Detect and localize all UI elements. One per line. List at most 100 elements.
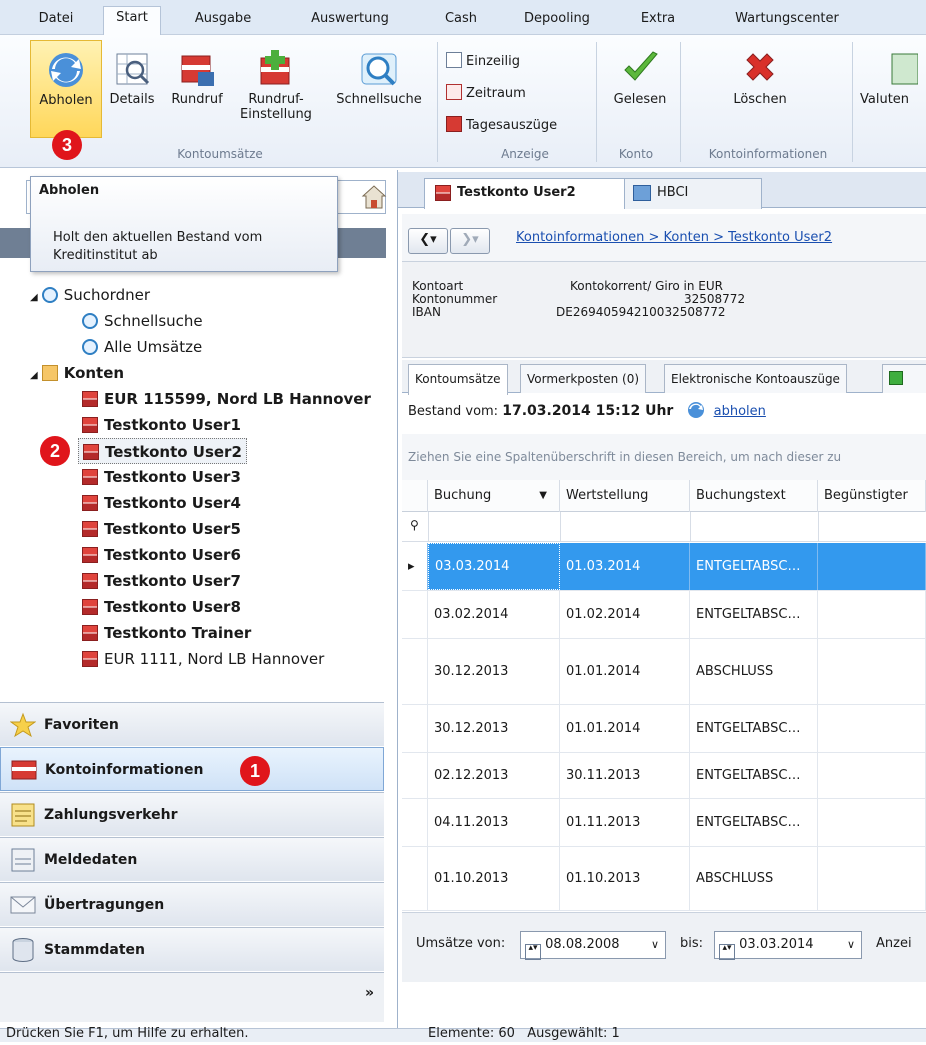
rundruf-einstellung-button[interactable]: Rundruf- Einstellung [230, 48, 322, 146]
bis-date-picker[interactable]: ▴▾ 03.03.2014 ∨ [714, 931, 862, 960]
table-row[interactable]: 30.12.2013 01.01.2014 ENTGELTABSC… [402, 705, 926, 753]
nav-stammdaten[interactable]: Stammdaten [0, 927, 384, 971]
tree-item-account-selected[interactable]: Testkonto User2 [78, 438, 247, 464]
tab-datei[interactable]: Datei [26, 8, 86, 35]
tree-item-account[interactable]: Testkonto User7 [82, 568, 241, 594]
tab-elektronische-kontoauszuege[interactable]: Elektronische Kontoauszüge [664, 364, 847, 393]
loeschen-label: Löschen [733, 92, 787, 107]
von-date-picker[interactable]: ▴▾ 08.08.2008 ∨ [520, 931, 666, 960]
tree-item-konten[interactable]: ◢ Konten [30, 360, 124, 386]
breadcrumb[interactable]: Kontoinformationen > Konten > Testkonto … [516, 230, 832, 245]
table-row[interactable]: 03.02.2014 01.02.2014 ENTGELTABSC… [402, 591, 926, 639]
doc-tab-testkonto[interactable]: Testkonto User2 x [424, 178, 654, 209]
account-icon [82, 651, 98, 667]
row-indicator [402, 847, 428, 910]
home-icon[interactable] [360, 180, 388, 214]
tree-item-account[interactable]: EUR 1111, Nord LB Hannover [82, 646, 324, 672]
gelesen-button[interactable]: Gelesen [602, 48, 678, 138]
einzeilig-label: Einzeilig [466, 54, 520, 69]
details-button[interactable]: Details [104, 48, 160, 138]
tree-item-alle-umsaetze[interactable]: Alle Umsätze [82, 334, 202, 360]
cell-beguenstigter [818, 705, 926, 752]
doc-tab-hbci[interactable]: HBCI [624, 178, 762, 209]
account-icon [82, 625, 98, 641]
tab-start[interactable]: Start [103, 6, 161, 37]
account-icon [82, 573, 98, 589]
table-row[interactable]: 01.10.2013 01.10.2013 ABSCHLUSS [402, 847, 926, 911]
tree-item-account[interactable]: Testkonto User1 [82, 412, 241, 438]
cell-buchung: 03.03.2014 [428, 543, 560, 590]
tab-more[interactable] [882, 364, 926, 393]
table-row[interactable]: 30.12.2013 01.01.2014 ABSCHLUSS [402, 639, 926, 705]
tree-item-account[interactable]: EUR 115599, Nord LB Hannover [82, 386, 371, 412]
table-row[interactable]: 04.11.2013 01.11.2013 ENTGELTABSC… [402, 799, 926, 847]
nav-more-button[interactable]: » [365, 985, 374, 1001]
group-by-hint: Ziehen Sie eine Spaltenüberschrift in di… [402, 434, 926, 480]
tab-wartungscenter[interactable]: Wartungscenter [712, 8, 862, 35]
tab-depooling[interactable]: Depooling [512, 8, 602, 35]
abholen-tooltip: Abholen Holt den aktuellen Bestand vom K… [30, 176, 338, 272]
tab-extra[interactable]: Extra [630, 8, 686, 35]
nav-overflow-area: » [0, 972, 384, 1022]
column-header-wertstellung[interactable]: Wertstellung [560, 480, 690, 512]
schnellsuche-button[interactable]: Schnellsuche [326, 48, 432, 138]
tab-vormerkposten[interactable]: Vormerkposten (0) [520, 364, 647, 393]
von-date-value: 08.08.2008 [545, 937, 620, 952]
einzeilig-button[interactable]: Einzeilig [446, 52, 520, 72]
row-indicator-header [402, 480, 428, 512]
back-button[interactable]: ❮▾ [408, 228, 448, 254]
tree-label: Testkonto User2 [105, 443, 242, 461]
grid-filter-row[interactable]: ⚲ [402, 512, 926, 542]
tree-item-suchordner[interactable]: ◢ Suchordner [30, 282, 150, 308]
tree-item-account[interactable]: Testkonto Trainer [82, 620, 251, 646]
tree-label: Testkonto Trainer [104, 624, 252, 642]
nav-uebertragungen[interactable]: Übertragungen [0, 882, 384, 926]
rundruf-button[interactable]: Rundruf [164, 48, 230, 138]
table-row[interactable]: 02.12.2013 30.11.2013 ENTGELTABSC… [402, 753, 926, 799]
cell-buchungstext: ABSCHLUSS [690, 847, 818, 910]
zeitraum-label: Zeitraum [466, 86, 526, 101]
tree-label: EUR 115599, Nord LB Hannover [104, 390, 371, 408]
refresh-icon[interactable] [687, 401, 705, 419]
column-label: Buchung [434, 488, 492, 503]
tree-item-account[interactable]: Testkonto User3 [82, 464, 241, 490]
tab-ausgabe[interactable]: Ausgabe [188, 8, 258, 35]
group-separator [680, 42, 681, 162]
nav-label: Übertragungen [44, 897, 165, 913]
cell-wertstellung: 01.01.2014 [560, 705, 690, 752]
cell-buchungstext: ENTGELTABSC… [690, 799, 818, 846]
tree-item-account[interactable]: Testkonto User8 [82, 594, 241, 620]
loeschen-button[interactable]: Löschen [700, 48, 820, 138]
chevron-down-icon: ∨ [846, 938, 855, 951]
abholen-button[interactable]: Abholen [30, 40, 102, 138]
balance-date: 17.03.2014 15:12 Uhr [502, 403, 674, 419]
tab-auswertung[interactable]: Auswertung [300, 8, 400, 35]
tab-cash[interactable]: Cash [436, 8, 486, 35]
anzeige-label: Anzei [876, 936, 912, 951]
forward-button[interactable]: ❯▾ [450, 228, 490, 254]
nav-favoriten[interactable]: Favoriten [0, 702, 384, 746]
column-header-buchungstext[interactable]: Buchungstext [690, 480, 818, 512]
table-row[interactable]: ▸ 03.03.2014 01.03.2014 ENTGELTABSC… [402, 543, 926, 591]
tree-item-account[interactable]: Testkonto User4 [82, 490, 241, 516]
column-header-buchung[interactable]: Buchung ▼ [428, 480, 560, 512]
nav-zahlungsverkehr[interactable]: Zahlungsverkehr [0, 792, 384, 836]
sub-tab-bar: Kontoumsätze Vormerkposten (0) Elektroni… [402, 360, 926, 395]
zeitraum-button[interactable]: Zeitraum [446, 84, 526, 104]
tagesauszuege-button[interactable]: Tagesauszüge [446, 116, 557, 136]
row-indicator [402, 639, 428, 704]
tab-kontoumsaetze[interactable]: Kontoumsätze [408, 364, 508, 395]
valuten-button[interactable]: Valuten [858, 48, 926, 138]
tree-item-account[interactable]: Testkonto User5 [82, 516, 241, 542]
nav-meldedaten[interactable]: Meldedaten [0, 837, 384, 881]
cell-buchung: 03.02.2014 [428, 591, 560, 638]
column-header-beguenstigter[interactable]: Begünstigter [818, 480, 926, 512]
tree-item-schnellsuche[interactable]: Schnellsuche [82, 308, 203, 334]
tree-label: Konten [63, 364, 125, 382]
ribbon-tab-bar: Datei Start Ausgabe Auswertung Cash Depo… [0, 0, 926, 37]
rundruf-einstellung-label-2: Einstellung [240, 107, 312, 122]
tree-item-account[interactable]: Testkonto User6 [82, 542, 241, 568]
valuten-label: Valuten [860, 92, 910, 107]
nav-kontoinformationen[interactable]: Kontoinformationen [0, 747, 384, 791]
abholen-link[interactable]: abholen [714, 404, 766, 419]
